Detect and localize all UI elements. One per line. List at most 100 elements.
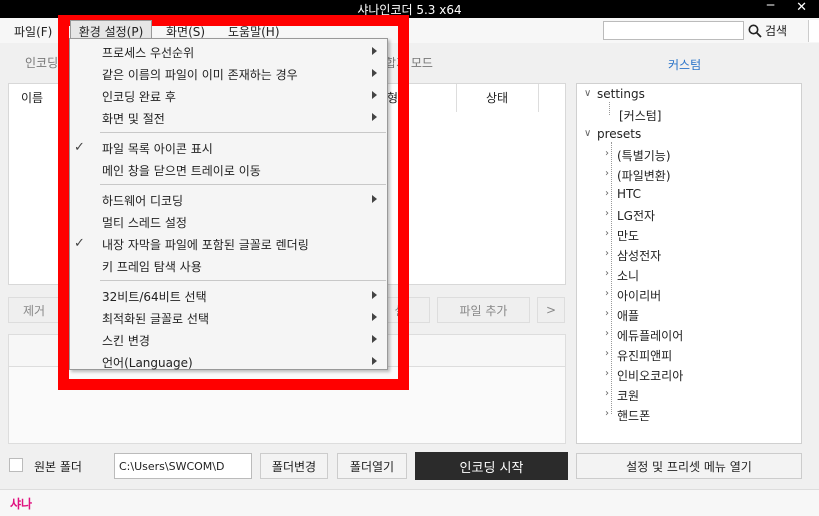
remove-button[interactable]: 제거 bbox=[8, 297, 60, 323]
chevron-right-icon[interactable]: › bbox=[605, 228, 609, 239]
checkmark-icon: ✓ bbox=[74, 236, 85, 251]
menu-item[interactable]: ✓ 파일 목록 아이콘 표시 bbox=[70, 137, 387, 159]
submenu-arrow-icon bbox=[372, 357, 377, 365]
chevron-right-icon[interactable]: › bbox=[605, 248, 609, 259]
chevron-right-icon[interactable]: › bbox=[605, 348, 609, 359]
more-button[interactable]: > bbox=[537, 297, 565, 323]
submenu-arrow-icon bbox=[372, 291, 377, 299]
tree-node-preset[interactable]: 유진피앤피 bbox=[617, 347, 672, 364]
chevron-right-icon[interactable]: › bbox=[605, 308, 609, 319]
source-folder-checkbox[interactable] bbox=[9, 458, 23, 472]
menu-item[interactable]: 메인 창을 닫으면 트레이로 이동 bbox=[70, 159, 387, 181]
change-folder-button[interactable]: 폴더변경 bbox=[260, 453, 328, 479]
menu-item[interactable]: 스킨 변경 bbox=[70, 329, 387, 351]
tree-node-preset[interactable]: 소니 bbox=[617, 267, 639, 284]
chevron-right-icon[interactable]: › bbox=[605, 388, 609, 399]
menu-item[interactable]: 키 프레임 탐색 사용 bbox=[70, 255, 387, 277]
search-button[interactable]: 검색 bbox=[748, 21, 798, 40]
menu-divider bbox=[100, 280, 386, 281]
tree-node-preset[interactable]: 코원 bbox=[617, 387, 639, 404]
brand-label: 샤나 bbox=[10, 497, 33, 511]
menu-divider bbox=[100, 132, 386, 133]
tree-node-preset[interactable]: LG전자 bbox=[617, 207, 655, 224]
column-divider bbox=[456, 84, 457, 112]
submenu-arrow-icon bbox=[372, 195, 377, 203]
menu-item-label: 인코딩 완료 후 bbox=[102, 90, 176, 104]
status-bar: 샤나 bbox=[0, 489, 819, 516]
tree-node-preset[interactable]: (파일변환) bbox=[617, 167, 671, 184]
menu-item-label: 최적화된 글꼴로 선택 bbox=[102, 312, 209, 326]
menu-item[interactable]: 프로세스 우선순위 bbox=[70, 41, 387, 63]
menu-file[interactable]: 파일(F) bbox=[14, 23, 52, 40]
tree-node-preset[interactable]: 삼성전자 bbox=[617, 247, 661, 264]
tree-node-settings[interactable]: settings bbox=[597, 87, 645, 101]
tree-node-presets[interactable]: presets bbox=[597, 127, 641, 141]
tree-node-preset[interactable]: 핸드폰 bbox=[617, 407, 650, 424]
menu-item-label: 하드웨어 디코딩 bbox=[102, 194, 184, 208]
chevron-right-icon[interactable]: › bbox=[605, 288, 609, 299]
menu-item-label: 언어(Language) bbox=[102, 356, 193, 370]
tree-line bbox=[609, 102, 610, 115]
tree-node-preset[interactable]: 애플 bbox=[617, 307, 639, 324]
search-input[interactable] bbox=[603, 21, 744, 40]
menu-item[interactable]: 32비트/64비트 선택 bbox=[70, 285, 387, 307]
output-path-field[interactable]: C:\Users\SWCOM\D bbox=[114, 453, 252, 479]
menu-item[interactable]: 언어(Language) bbox=[70, 351, 387, 373]
tree-node-preset[interactable]: HTC bbox=[617, 187, 641, 201]
menu-item[interactable]: 하드웨어 디코딩 bbox=[70, 189, 387, 211]
menu-item[interactable]: 멀티 스레드 설정 bbox=[70, 211, 387, 233]
tree-node-preset[interactable]: 만도 bbox=[617, 227, 639, 244]
chevron-right-icon[interactable]: › bbox=[605, 408, 609, 419]
chevron-right-icon[interactable]: › bbox=[605, 208, 609, 219]
menu-item[interactable]: 화면 및 절전 bbox=[70, 107, 387, 129]
scrollbar[interactable] bbox=[808, 20, 819, 42]
submenu-arrow-icon bbox=[372, 335, 377, 343]
tree-node-preset[interactable]: 인비오코리아 bbox=[617, 367, 683, 384]
submenu-arrow-icon bbox=[372, 47, 377, 55]
menu-item[interactable]: 같은 이름의 파일이 이미 존재하는 경우 bbox=[70, 63, 387, 85]
checkmark-icon: ✓ bbox=[74, 140, 85, 155]
search-button-label: 검색 bbox=[765, 24, 788, 38]
menu-item[interactable]: 인코딩 완료 후 bbox=[70, 85, 387, 107]
menu-item-label: 스킨 변경 bbox=[102, 334, 150, 348]
add-file-button[interactable]: 파일 추가 bbox=[437, 297, 530, 323]
tree-node-custom[interactable]: [커스텀] bbox=[619, 107, 661, 124]
menu-item[interactable]: 최적화된 글꼴로 선택 bbox=[70, 307, 387, 329]
submenu-arrow-icon bbox=[372, 69, 377, 77]
menu-item-label: 같은 이름의 파일이 이미 존재하는 경우 bbox=[102, 68, 298, 82]
chevron-right-icon[interactable]: › bbox=[605, 328, 609, 339]
menu-item-label: 메인 창을 닫으면 트레이로 이동 bbox=[102, 164, 261, 178]
column-divider bbox=[538, 84, 539, 112]
menu-item-label: 32비트/64비트 선택 bbox=[102, 290, 207, 304]
open-settings-menu-button[interactable]: 설정 및 프리셋 메뉴 열기 bbox=[576, 453, 802, 479]
chevron-right-icon[interactable]: › bbox=[605, 368, 609, 379]
chevron-right-icon[interactable]: › bbox=[605, 168, 609, 179]
close-button[interactable]: ✕ bbox=[796, 0, 807, 15]
menu-item-label: 내장 자막을 파일에 포함된 글꼴로 렌더링 bbox=[102, 238, 309, 252]
submenu-arrow-icon bbox=[372, 113, 377, 121]
menu-item[interactable]: ✓ 내장 자막을 파일에 포함된 글꼴로 렌더링 bbox=[70, 233, 387, 255]
preferences-dropdown: 프로세스 우선순위같은 이름의 파일이 이미 존재하는 경우인코딩 완료 후화면… bbox=[69, 38, 388, 370]
tree-node-preset[interactable]: 에듀플레이어 bbox=[617, 327, 683, 344]
chevron-right-icon[interactable]: › bbox=[605, 268, 609, 279]
column-name[interactable]: 이름 bbox=[21, 89, 43, 106]
minimize-button[interactable]: ‒ bbox=[766, 0, 775, 13]
tree-node-preset[interactable]: 아이리버 bbox=[617, 287, 661, 304]
menu-item-label: 키 프레임 탐색 사용 bbox=[102, 260, 202, 274]
tab-encoding[interactable]: 인코딩 bbox=[25, 54, 58, 71]
chevron-down-icon[interactable]: ∨ bbox=[584, 128, 591, 139]
menu-item-label: 파일 목록 아이콘 표시 bbox=[102, 142, 213, 156]
tab-custom[interactable]: 커스텀 bbox=[668, 56, 701, 73]
open-folder-button[interactable]: 폴더열기 bbox=[337, 453, 407, 479]
chevron-right-icon[interactable]: › bbox=[605, 148, 609, 159]
menu-item-label: 화면 및 절전 bbox=[102, 112, 165, 126]
column-status[interactable]: 상태 bbox=[486, 89, 508, 106]
preset-tree[interactable]: ∨ settings [커스텀] ∨ presets › (특별기능) › (파일변환… bbox=[576, 83, 802, 444]
menu-divider bbox=[100, 184, 386, 185]
search-icon bbox=[748, 24, 762, 38]
chevron-down-icon[interactable]: ∨ bbox=[584, 88, 591, 99]
chevron-right-icon[interactable]: › bbox=[605, 188, 609, 199]
start-encoding-button[interactable]: 인코딩 시작 bbox=[415, 452, 568, 480]
menu-preferences-active-label[interactable]: 환경 설정(P) bbox=[79, 23, 144, 40]
tree-node-preset[interactable]: (특별기능) bbox=[617, 147, 671, 164]
